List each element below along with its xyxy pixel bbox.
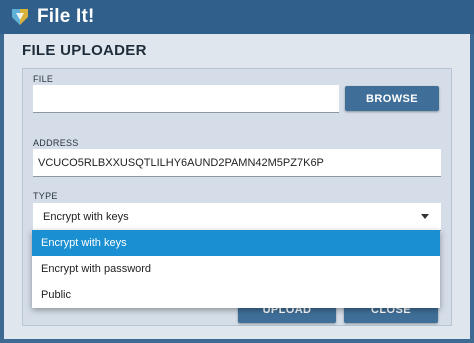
type-label: TYPE <box>33 191 58 201</box>
panel-title: FILE UPLOADER <box>22 42 147 59</box>
type-option-encrypt-keys[interactable]: Encrypt with keys <box>32 230 440 256</box>
window-title: File It! <box>37 6 95 27</box>
title-bar[interactable]: File It! <box>0 0 474 34</box>
chevron-down-icon[interactable] <box>421 214 429 219</box>
type-selected-value: Encrypt with keys <box>43 210 129 223</box>
app-window: File It! FILE UPLOADER FILE BROWSE ADDRE… <box>0 0 474 343</box>
file-label: FILE <box>33 74 54 84</box>
address-input[interactable]: VCUCO5RLBXXUSQTLILHY6AUND2PAMN42M5PZ7K6P <box>33 149 441 177</box>
file-input[interactable] <box>33 85 339 113</box>
type-option-public[interactable]: Public <box>32 282 440 308</box>
type-option-encrypt-password[interactable]: Encrypt with password <box>32 256 440 282</box>
type-select[interactable]: Encrypt with keys <box>33 203 441 231</box>
address-label: ADDRESS <box>33 138 79 148</box>
browse-button[interactable]: BROWSE <box>345 86 439 111</box>
app-logo-icon <box>12 9 28 25</box>
type-dropdown-list: Encrypt with keys Encrypt with password … <box>32 230 440 308</box>
